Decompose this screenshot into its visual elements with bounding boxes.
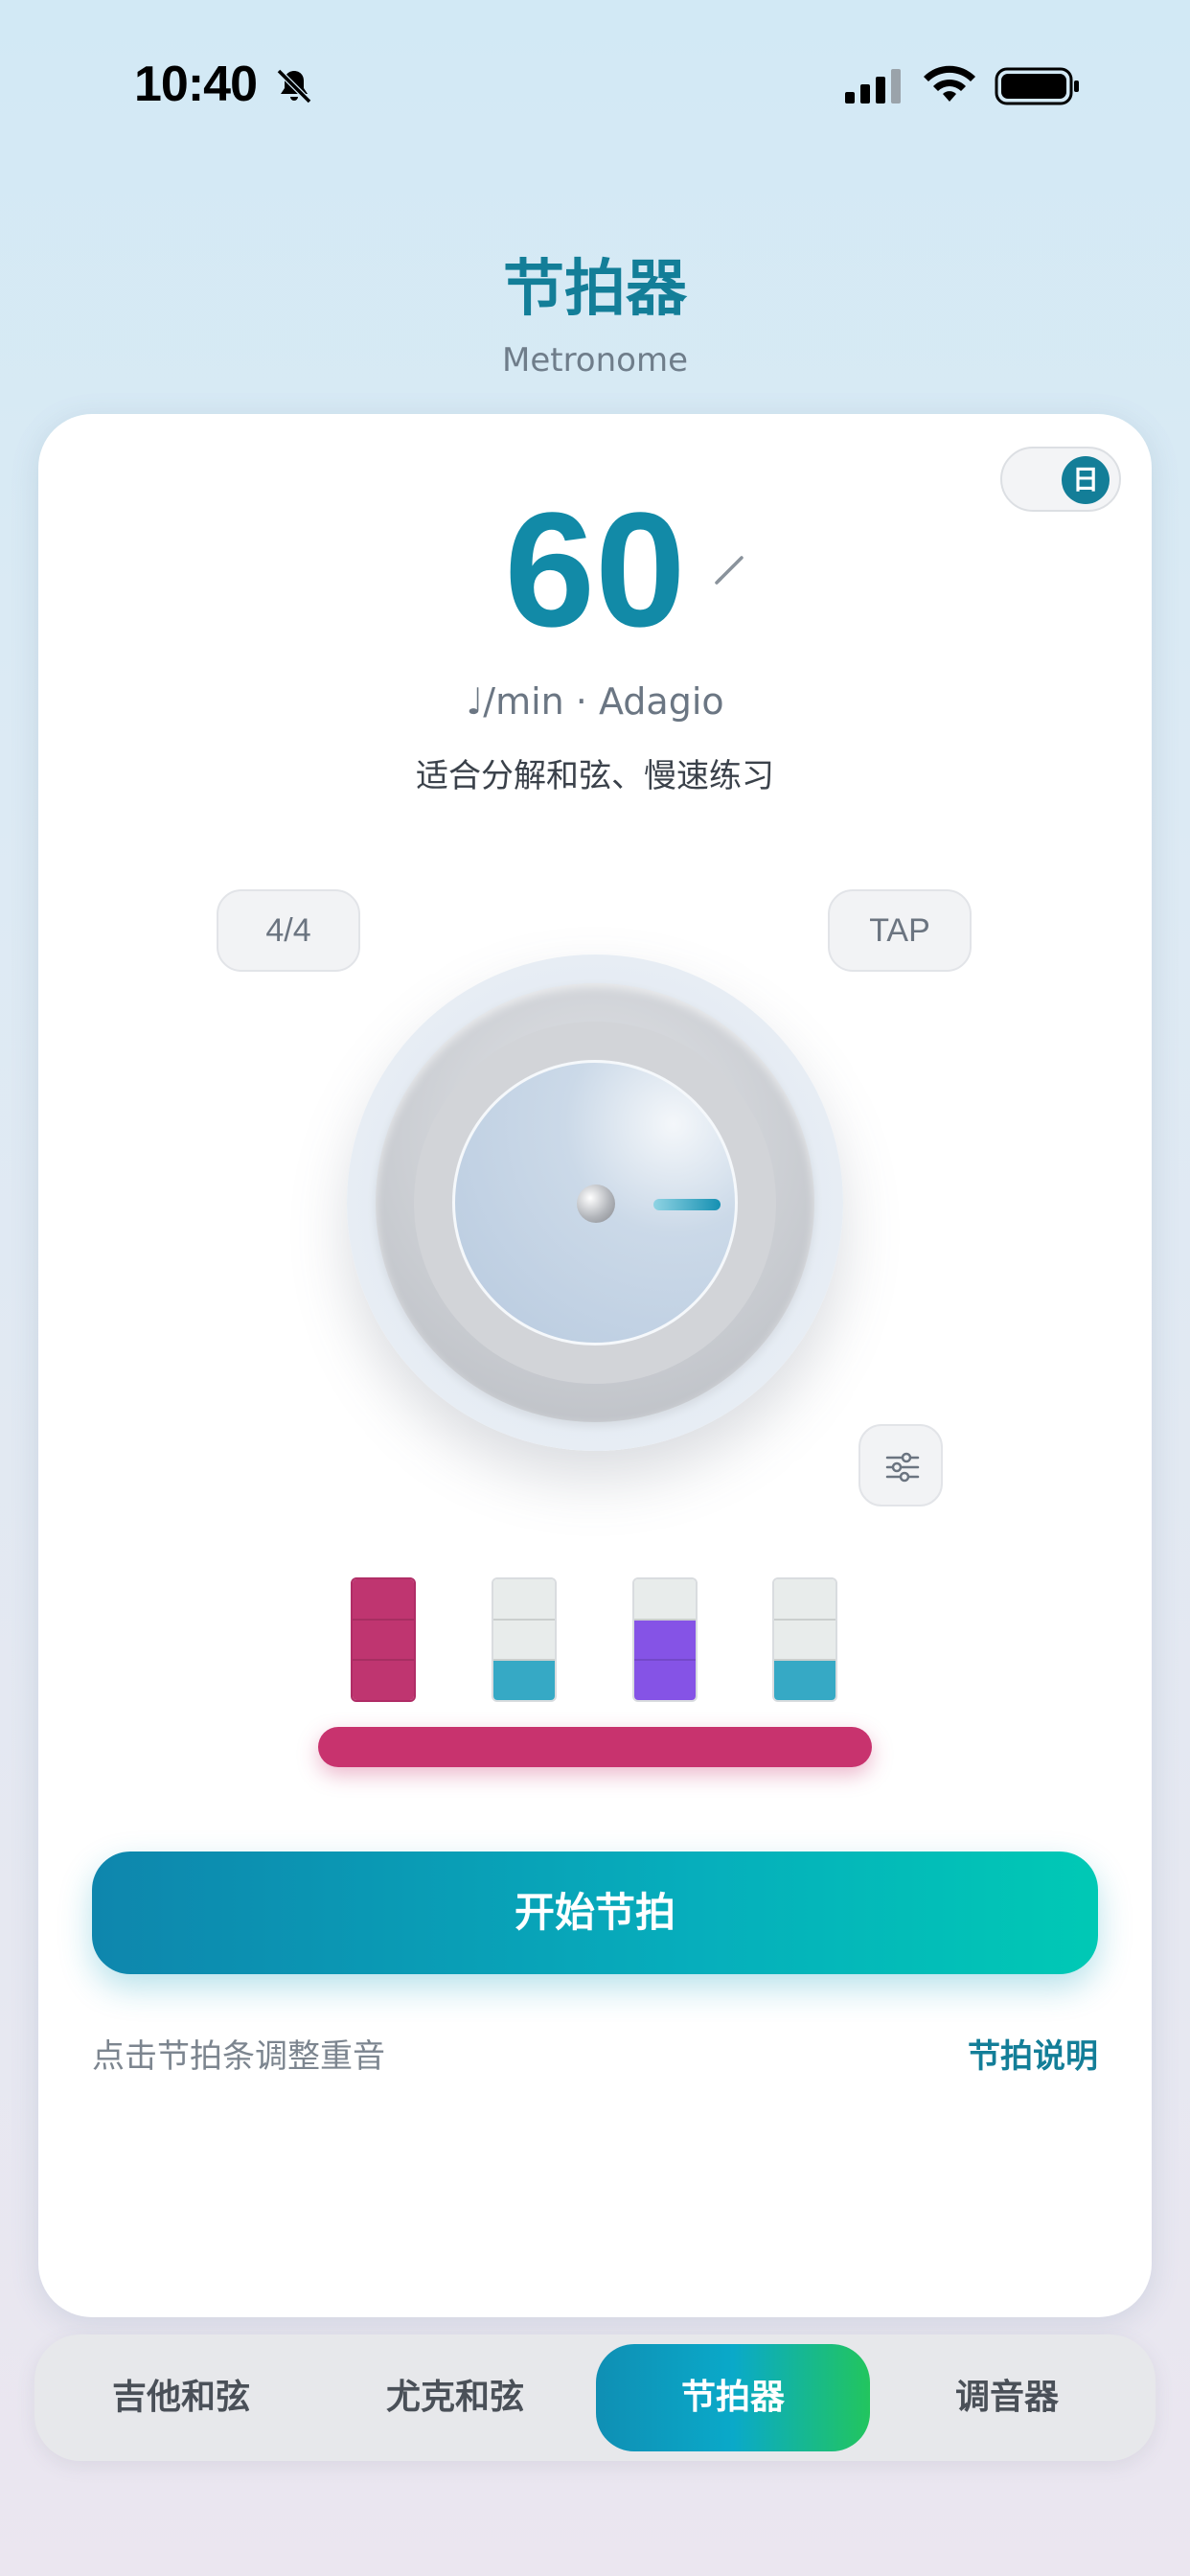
beat-segment bbox=[634, 1579, 696, 1621]
sound-settings-button[interactable] bbox=[858, 1424, 943, 1506]
dial-center-dot bbox=[577, 1184, 615, 1223]
beat-segment bbox=[493, 1661, 555, 1700]
page-title: 节拍器 bbox=[503, 254, 687, 325]
start-metronome-button[interactable]: 开始节拍 bbox=[92, 1852, 1098, 1974]
beat-segment bbox=[774, 1661, 835, 1700]
edit-icon[interactable] bbox=[711, 550, 749, 588]
tempo-unit-line: ♩/min · Adagio bbox=[466, 680, 724, 723]
beat-segment bbox=[353, 1620, 414, 1662]
bell-slash-icon bbox=[276, 68, 312, 104]
beat-bar-4[interactable] bbox=[772, 1577, 837, 1702]
tempo-description: 适合分解和弦、慢速练习 bbox=[416, 757, 774, 795]
cellular-signal-icon bbox=[845, 69, 901, 104]
beat-segment bbox=[493, 1620, 555, 1662]
dial-pointer bbox=[653, 1199, 721, 1210]
page-subtitle: Metronome bbox=[501, 341, 688, 380]
beat-segment bbox=[634, 1620, 696, 1662]
tab-metronome[interactable]: 节拍器 bbox=[596, 2344, 870, 2451]
beat-bar-1[interactable] bbox=[351, 1577, 416, 1702]
tap-tempo-button[interactable]: TAP bbox=[828, 889, 972, 972]
beat-info-link[interactable]: 节拍说明 bbox=[968, 2030, 1098, 2077]
wifi-icon bbox=[924, 65, 975, 102]
sliders-icon bbox=[885, 1452, 920, 1483]
beat-segment bbox=[774, 1579, 835, 1621]
beat-bar-3[interactable] bbox=[632, 1577, 698, 1702]
beat-bar-2[interactable] bbox=[492, 1577, 557, 1702]
tab-ukulele-chords[interactable]: 尤克和弦 bbox=[318, 2344, 592, 2451]
battery-icon bbox=[995, 67, 1079, 105]
accent-hint: 点击节拍条调整重音 bbox=[92, 2037, 385, 2076]
time-signature-button[interactable]: 4/4 bbox=[217, 889, 360, 972]
bpm-value[interactable]: 60 bbox=[0, 479, 1190, 661]
status-bar: 10:40 bbox=[0, 0, 1190, 172]
beat-segment bbox=[353, 1661, 414, 1700]
beat-indicator-bar bbox=[318, 1727, 872, 1767]
tab-guitar-chords[interactable]: 吉他和弦 bbox=[44, 2344, 318, 2451]
beat-segment bbox=[493, 1579, 555, 1621]
tab-tuner[interactable]: 调音器 bbox=[870, 2344, 1144, 2451]
status-time: 10:40 bbox=[134, 57, 258, 112]
beat-segment bbox=[774, 1620, 835, 1662]
beat-segment bbox=[353, 1579, 414, 1621]
beat-segment bbox=[634, 1661, 696, 1700]
